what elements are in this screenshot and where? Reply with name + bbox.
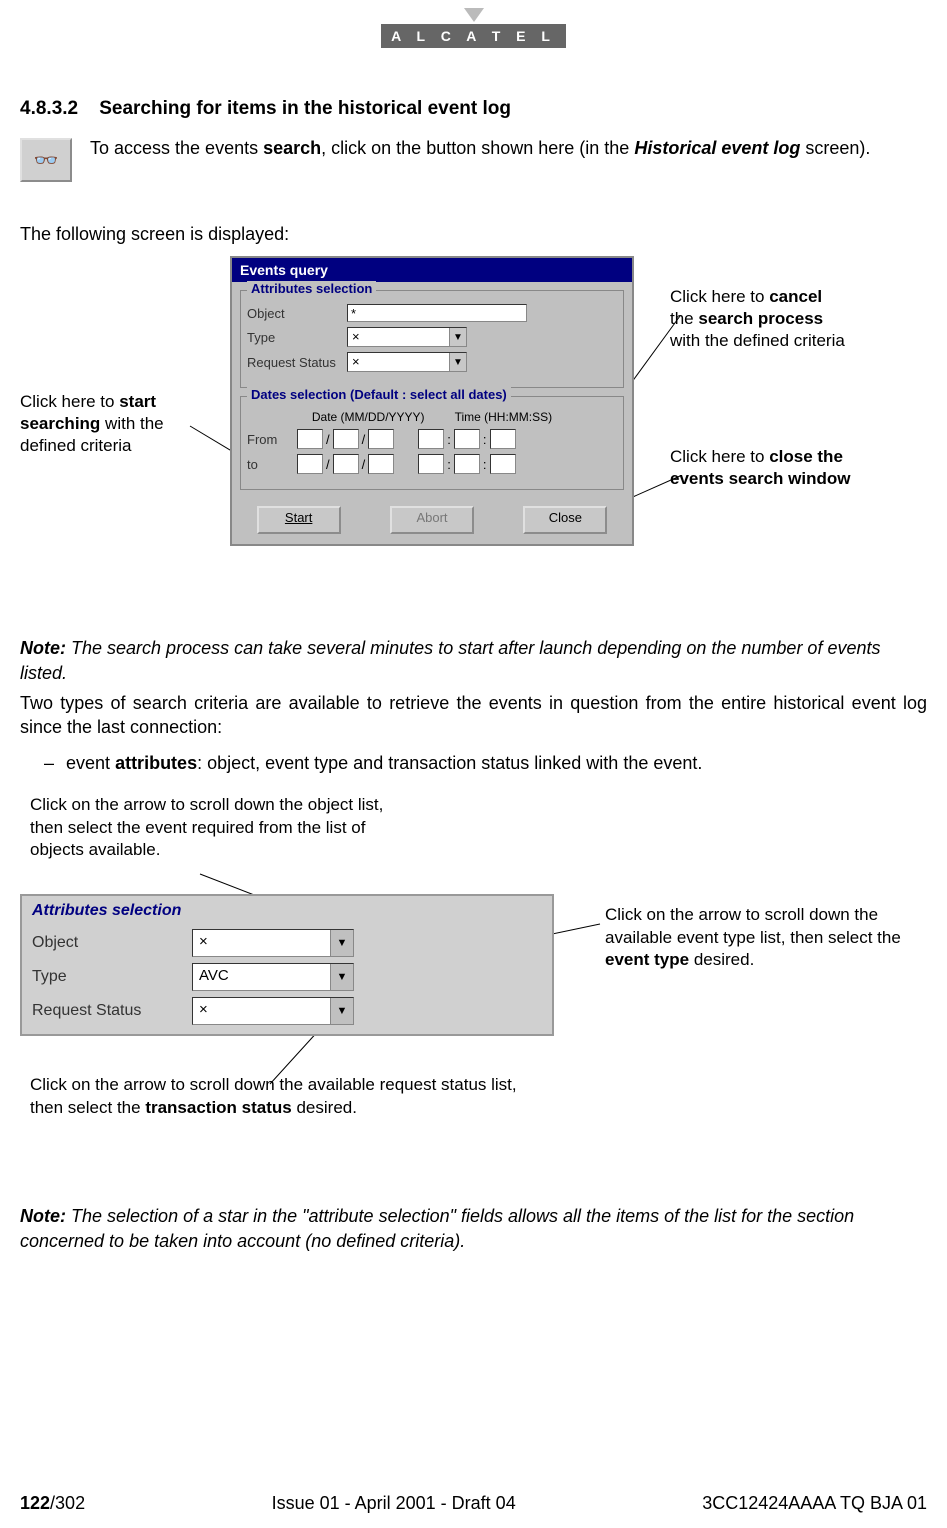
object-input[interactable] [347, 304, 527, 322]
attributes-panel-title: Attributes selection [22, 898, 552, 926]
request-status-label: Request Status [247, 355, 347, 370]
callout-status: Click on the arrow to scroll down the av… [30, 1074, 530, 1118]
attributes-group: Attributes selection Object Type × ▼ Req… [240, 290, 624, 388]
callout-start: Click here to start searching with the d… [20, 391, 210, 457]
request-status-dropdown-2[interactable]: × ▼ [192, 997, 354, 1025]
page-number-total: /302 [50, 1493, 85, 1513]
type-label: Type [247, 330, 347, 345]
page-footer: 122/302 Issue 01 - April 2001 - Draft 04… [20, 1493, 927, 1514]
section-title-text: Searching for items in the historical ev… [99, 98, 511, 119]
abort-button[interactable]: Abort [390, 506, 474, 534]
close-button[interactable]: Close [523, 506, 607, 534]
start-button[interactable]: Start [257, 506, 341, 534]
footer-center: Issue 01 - April 2001 - Draft 04 [272, 1493, 516, 1514]
from-date-inputs[interactable]: // :: [297, 429, 516, 449]
date-header: Date (MM/DD/YYYY) [312, 410, 425, 424]
figure-2: Click on the arrow to scroll down the ob… [20, 794, 927, 1164]
to-label: to [247, 457, 297, 472]
page-number-current: 122 [20, 1493, 50, 1513]
from-label: From [247, 432, 297, 447]
note-1: Note: The search process can take severa… [20, 636, 927, 685]
attributes-group-title: Attributes selection [247, 281, 376, 296]
time-header: Time (HH:MM:SS) [455, 410, 553, 424]
section-number: 4.8.3.2 [20, 98, 78, 119]
binoculars-icon: 👓 [34, 148, 59, 173]
object-dropdown[interactable]: × ▼ [192, 929, 354, 957]
chevron-down-icon: ▼ [330, 964, 353, 990]
object-label: Object [247, 306, 347, 321]
dates-group-title: Dates selection (Default : select all da… [247, 387, 511, 402]
section-heading: 4.8.3.2 Searching for items in the histo… [20, 98, 927, 120]
paragraph-2: Two types of search criteria are availab… [20, 691, 927, 740]
bullet-attributes: – event attributes: object, event type a… [44, 753, 927, 774]
chevron-down-icon: ▼ [330, 930, 353, 956]
brand-logo: A L C A T E L [381, 24, 566, 48]
brand-text: A L C A T E L [391, 28, 556, 44]
chevron-down-icon: ▼ [330, 998, 353, 1024]
footer-right: 3CC12424AAAA TQ BJA 01 [702, 1493, 927, 1514]
to-date-inputs[interactable]: // :: [297, 454, 516, 474]
callout-cancel: Click here to cancel the search process … [670, 286, 920, 352]
events-query-window: Events query Attributes selection Object… [230, 256, 634, 546]
window-title-bar: Events query [232, 258, 632, 282]
search-toolbar-button[interactable]: 👓 [20, 138, 72, 182]
note-2: Note: The selection of a star in the "at… [20, 1204, 927, 1253]
callout-object: Click on the arrow to scroll down the ob… [30, 794, 410, 860]
intro-paragraph: To access the events search, click on th… [90, 136, 870, 160]
type-label-2: Type [32, 968, 192, 986]
brand-header: A L C A T E L [20, 0, 927, 48]
figure-1: Click here to start searching with the d… [20, 256, 927, 596]
dates-group: Dates selection (Default : select all da… [240, 396, 624, 490]
type-dropdown[interactable]: × ▼ [347, 327, 467, 347]
attributes-selection-panel: Attributes selection Object × ▼ Type AVC… [20, 894, 554, 1036]
request-status-dropdown[interactable]: × ▼ [347, 352, 467, 372]
triangle-icon [464, 8, 484, 22]
callout-close: Click here to close the events search wi… [670, 446, 900, 490]
chevron-down-icon: ▼ [449, 328, 466, 346]
object-label-2: Object [32, 934, 192, 952]
chevron-down-icon: ▼ [449, 353, 466, 371]
request-status-label-2: Request Status [32, 1002, 192, 1020]
callout-type: Click on the arrow to scroll down the av… [605, 904, 925, 970]
following-text: The following screen is displayed: [20, 222, 927, 246]
type-dropdown-2[interactable]: AVC ▼ [192, 963, 354, 991]
